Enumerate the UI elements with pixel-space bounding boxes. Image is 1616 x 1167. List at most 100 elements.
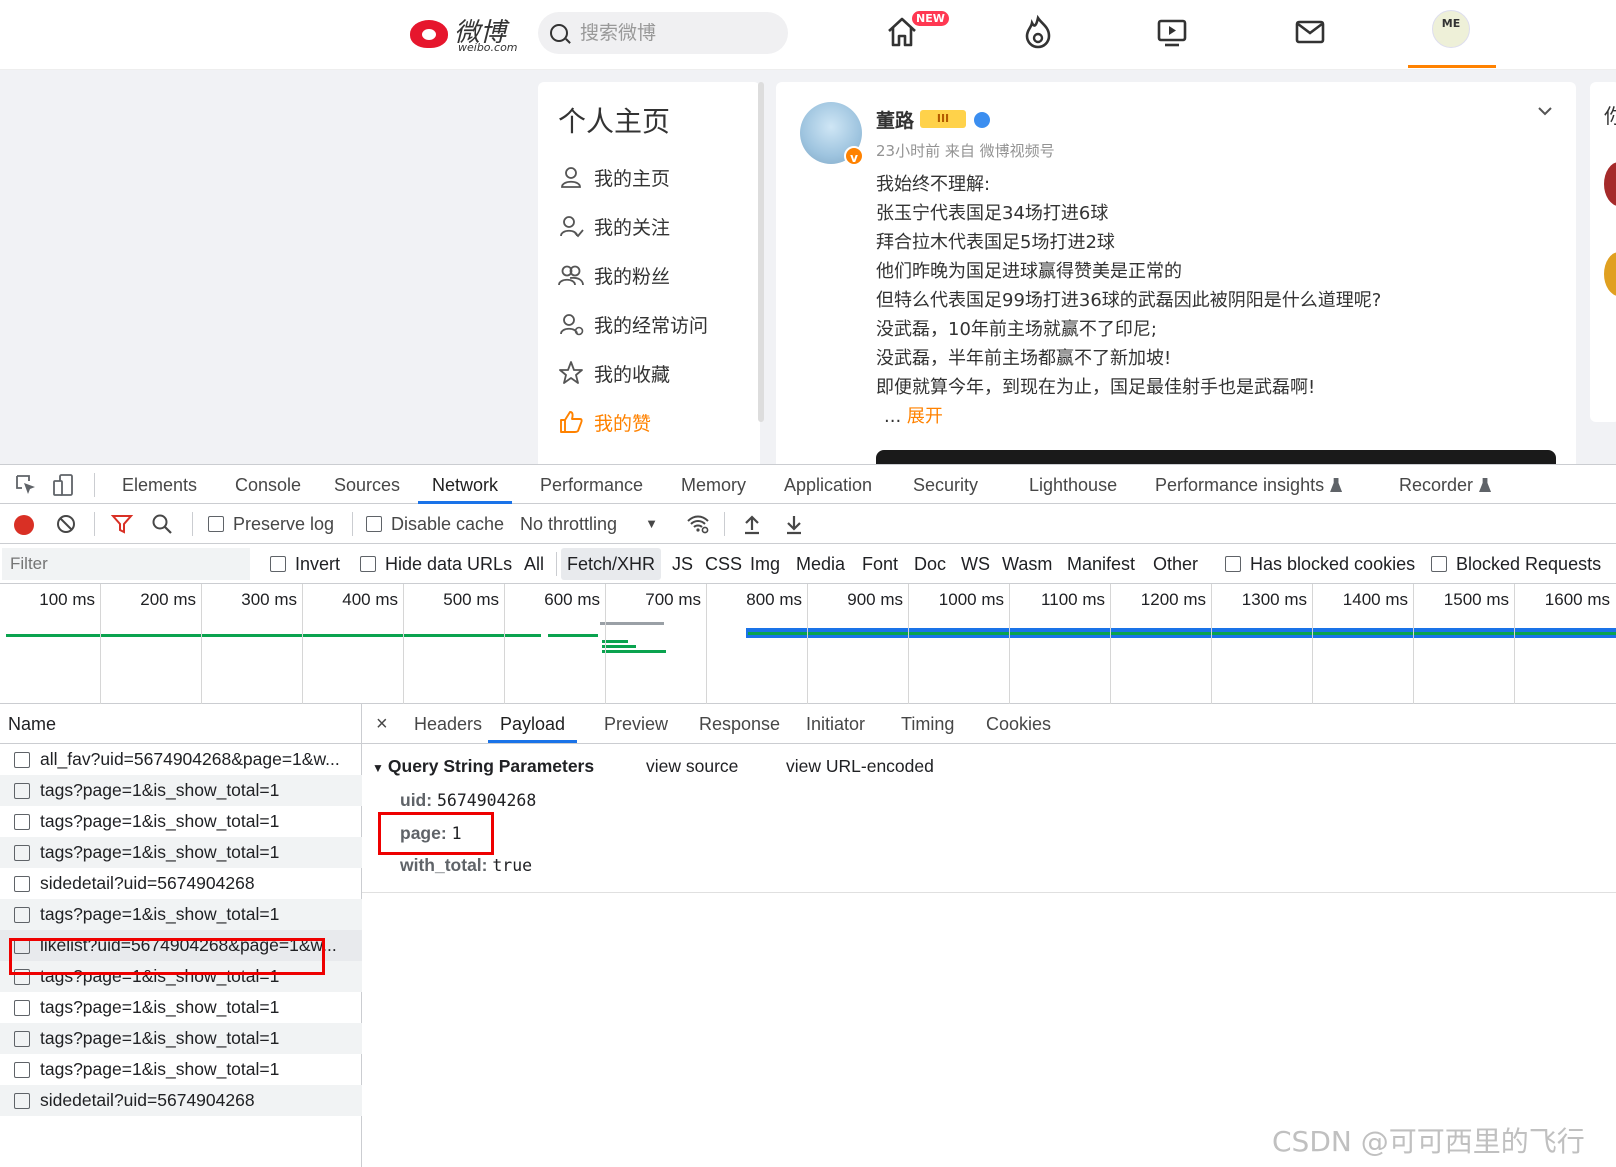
request-row[interactable]: all_fav?uid=5674904268&page=1&w... bbox=[0, 744, 362, 775]
record-button[interactable] bbox=[14, 515, 34, 535]
suggested-avatar[interactable] bbox=[1604, 162, 1616, 206]
has-blocked-cookies-checkbox[interactable]: Has blocked cookies bbox=[1225, 544, 1415, 584]
network-overview-timeline[interactable]: 100 ms 200 ms 300 ms 400 ms 500 ms 600 ms 700 … bbox=[0, 584, 1616, 704]
checkbox-box bbox=[1225, 556, 1241, 572]
disable-cache-checkbox[interactable]: Disable cache bbox=[366, 504, 504, 544]
expand-label: 展开 bbox=[906, 406, 943, 427]
mail-icon[interactable] bbox=[1292, 14, 1328, 50]
tab-security[interactable]: Security bbox=[911, 465, 980, 504]
tab-performance-insights[interactable]: Performance insights bbox=[1153, 465, 1344, 504]
author-avatar[interactable]: v bbox=[800, 102, 864, 166]
suggested-avatar[interactable] bbox=[1604, 252, 1616, 296]
expand-link[interactable]: ... 展开 bbox=[884, 402, 943, 428]
request-row[interactable]: tags?page=1&is_show_total=1 bbox=[0, 837, 362, 868]
request-row[interactable]: tags?page=1&is_show_total=1 bbox=[0, 806, 362, 837]
tab-cookies[interactable]: Cookies bbox=[986, 704, 1051, 743]
device-toolbar-icon[interactable] bbox=[52, 473, 76, 497]
blocked-requests-checkbox[interactable]: Blocked Requests bbox=[1431, 544, 1601, 584]
filter-icon[interactable] bbox=[110, 512, 134, 536]
checkbox-box bbox=[14, 999, 30, 1016]
filter-type-js[interactable]: JS bbox=[672, 544, 693, 584]
filter-type-ws[interactable]: WS bbox=[961, 544, 990, 584]
avatar[interactable]: ME bbox=[1432, 10, 1470, 48]
timeline-tick-label: 100 ms bbox=[39, 590, 95, 609]
sidebar-item-following[interactable]: 我的关注 bbox=[558, 211, 670, 241]
name-column-header[interactable]: Name bbox=[0, 704, 362, 744]
filter-type-fetch-xhr[interactable]: Fetch/XHR bbox=[561, 548, 662, 580]
tab-lighthouse[interactable]: Lighthouse bbox=[1027, 465, 1119, 504]
divider bbox=[94, 512, 95, 536]
star-icon bbox=[558, 360, 584, 386]
filter-type-img[interactable]: Img bbox=[750, 544, 780, 584]
tab-recorder[interactable]: Recorder bbox=[1397, 465, 1493, 504]
query-string-section-header[interactable]: ▼ Query String Parameters bbox=[372, 756, 594, 780]
tab-performance[interactable]: Performance bbox=[538, 465, 645, 504]
tab-preview[interactable]: Preview bbox=[604, 704, 668, 743]
weibo-search-input[interactable] bbox=[578, 18, 778, 48]
sidebar-item-favorites[interactable]: 我的收藏 bbox=[558, 358, 670, 388]
filter-type-media[interactable]: Media bbox=[796, 544, 845, 584]
hide-data-urls-checkbox[interactable]: Hide data URLs bbox=[360, 544, 512, 584]
request-detail-pane: × Headers Payload Preview Response Initi… bbox=[362, 704, 1616, 1167]
network-conditions-icon[interactable] bbox=[686, 512, 710, 536]
throttling-select[interactable]: No throttling ▼ bbox=[520, 504, 658, 544]
tab-initiator[interactable]: Initiator bbox=[806, 704, 865, 743]
request-row[interactable]: tags?page=1&is_show_total=1 bbox=[0, 1023, 362, 1054]
request-row[interactable]: tags?page=1&is_show_total=1 bbox=[0, 775, 362, 806]
tab-memory[interactable]: Memory bbox=[679, 465, 748, 504]
sidebar-item-likes[interactable]: 我的赞 bbox=[558, 407, 651, 437]
sidebar-item-my-home[interactable]: 我的主页 bbox=[558, 162, 670, 192]
request-row[interactable]: sidedetail?uid=5674904268 bbox=[0, 1085, 362, 1116]
invert-checkbox[interactable]: Invert bbox=[270, 544, 340, 584]
sidebar-item-frequent[interactable]: 我的经常访问 bbox=[558, 309, 708, 339]
post-video[interactable] bbox=[876, 450, 1556, 464]
request-row[interactable]: sidedetail?uid=5674904268 bbox=[0, 868, 362, 899]
user-icon bbox=[558, 164, 584, 190]
tab-headers[interactable]: Headers bbox=[414, 704, 482, 743]
filter-type-wasm[interactable]: Wasm bbox=[1002, 544, 1052, 584]
request-name: tags?page=1&is_show_total=1 bbox=[40, 997, 280, 1017]
tab-sources[interactable]: Sources bbox=[332, 465, 402, 504]
request-row[interactable]: tags?page=1&is_show_total=1 bbox=[0, 992, 362, 1023]
export-har-icon[interactable] bbox=[782, 512, 806, 536]
vip-badge-icon bbox=[974, 112, 990, 128]
request-row[interactable]: tags?page=1&is_show_total=1 bbox=[0, 1054, 362, 1085]
view-source-link[interactable]: view source bbox=[646, 756, 738, 780]
tab-network[interactable]: Network bbox=[418, 465, 513, 504]
preserve-log-checkbox[interactable]: Preserve log bbox=[208, 504, 334, 544]
hot-flame-icon[interactable] bbox=[1020, 14, 1056, 50]
highlight-box-likelist bbox=[9, 938, 325, 975]
chevron-down-icon[interactable] bbox=[1536, 102, 1554, 120]
filter-type-other[interactable]: Other bbox=[1153, 544, 1198, 584]
filter-type-font[interactable]: Font bbox=[862, 544, 898, 584]
author-name[interactable]: 董路 bbox=[876, 106, 914, 133]
tab-response[interactable]: Response bbox=[699, 704, 780, 743]
clear-icon[interactable] bbox=[54, 512, 78, 536]
request-row[interactable]: tags?page=1&is_show_total=1 bbox=[0, 899, 362, 930]
search-icon bbox=[550, 24, 568, 42]
video-icon[interactable] bbox=[1154, 14, 1190, 50]
checkbox-box bbox=[14, 751, 30, 768]
tab-console[interactable]: Console bbox=[233, 465, 303, 504]
weibo-logo[interactable]: 微博 weibo.com bbox=[410, 12, 522, 54]
tab-application[interactable]: Application bbox=[782, 465, 874, 504]
sidebar-scrollbar[interactable] bbox=[758, 82, 764, 422]
search-icon[interactable] bbox=[150, 512, 174, 536]
sidebar-title: 个人主页 bbox=[558, 105, 671, 138]
weibo-logo-sub: weibo.com bbox=[458, 41, 518, 54]
tab-elements[interactable]: Elements bbox=[120, 465, 199, 504]
sidebar-item-fans[interactable]: 我的粉丝 bbox=[558, 260, 670, 290]
tab-payload[interactable]: Payload bbox=[488, 704, 578, 743]
detail-tab-bar: × Headers Payload Preview Response Initi… bbox=[362, 704, 1616, 744]
filter-type-manifest[interactable]: Manifest bbox=[1067, 544, 1135, 584]
close-icon[interactable]: × bbox=[376, 704, 388, 744]
filter-type-doc[interactable]: Doc bbox=[914, 544, 946, 584]
filter-type-all[interactable]: All bbox=[524, 544, 544, 584]
import-har-icon[interactable] bbox=[740, 512, 764, 536]
filter-type-css[interactable]: CSS bbox=[705, 544, 742, 584]
inspect-element-icon[interactable] bbox=[14, 473, 38, 497]
weibo-search-box[interactable] bbox=[538, 12, 788, 54]
view-url-encoded-link[interactable]: view URL-encoded bbox=[786, 756, 934, 780]
tab-timing[interactable]: Timing bbox=[901, 704, 954, 743]
filter-input[interactable] bbox=[2, 548, 250, 580]
